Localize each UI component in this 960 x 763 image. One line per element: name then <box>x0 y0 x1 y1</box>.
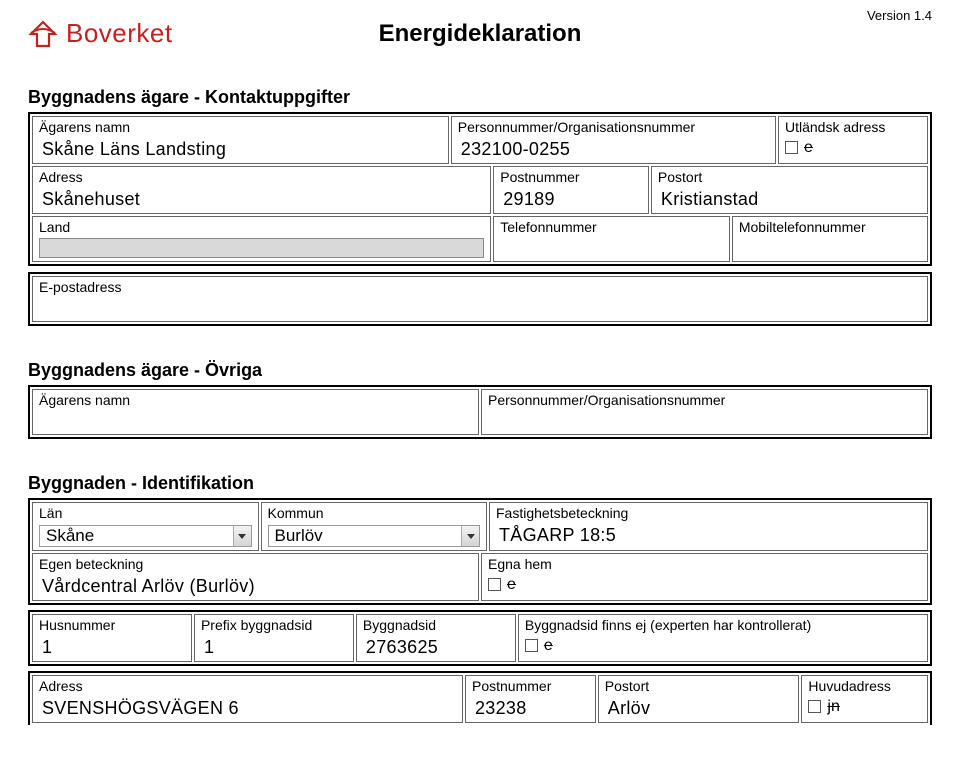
owner-name-cell: Ägarens namn Skåne Läns Landsting <box>32 116 449 164</box>
postort-cell: Postort Kristianstad <box>651 166 928 214</box>
lan-cell: Län Skåne <box>32 502 259 551</box>
value-egen: Vårdcentral Arlöv (Burlöv) <box>39 576 472 597</box>
husnr-cell: Husnummer 1 <box>32 614 192 662</box>
label-orgnr: Personnummer/Organisationsnummer <box>458 119 769 136</box>
label-kommun: Kommun <box>268 505 481 522</box>
value-husnr: 1 <box>39 637 185 658</box>
value-address: Skånehuset <box>39 189 484 210</box>
value-postnr: 29189 <box>500 189 642 210</box>
label-owner-name: Ägarens namn <box>39 119 442 136</box>
value-ident-postnr: 23238 <box>472 698 589 719</box>
byggnadsid-cell: Byggnadsid 2763625 <box>356 614 516 662</box>
label-ident-address: Adress <box>39 678 456 695</box>
ident-postnr-cell: Postnummer 23238 <box>465 675 596 723</box>
egen-cell: Egen beteckning Vårdcentral Arlöv (Burlö… <box>32 553 479 601</box>
value-prefix: 1 <box>201 637 347 658</box>
logo-icon <box>28 19 58 49</box>
section-ident-heading: Byggnaden - Identifikation <box>28 473 932 494</box>
email-cell: E-postadress <box>32 276 928 322</box>
section-owner-contact-heading: Byggnadens ägare - Kontaktuppgifter <box>28 87 932 108</box>
orgnr-cell: Personnummer/Organisationsnummer 232100-… <box>451 116 776 164</box>
label-postort: Postort <box>658 169 921 186</box>
value-ident-postort: Arlöv <box>605 698 793 719</box>
logo-text: Boverket <box>66 18 173 49</box>
kommun-cell: Kommun Burlöv <box>261 502 488 551</box>
chevron-down-icon <box>461 526 479 546</box>
label-postnr: Postnummer <box>500 169 642 186</box>
label-lan: Län <box>39 505 252 522</box>
label-prefix: Prefix byggnadsid <box>201 617 347 634</box>
country-input[interactable] <box>39 238 484 258</box>
postnr-cell: Postnummer 29189 <box>493 166 649 214</box>
label-country: Land <box>39 219 484 236</box>
label-other-name: Ägarens namn <box>39 392 472 409</box>
label-fastighet: Fastighetsbeteckning <box>496 505 921 522</box>
foreign-checkbox[interactable] <box>785 141 798 154</box>
egnahem-cell: Egna hem e <box>481 553 928 601</box>
value-fastighet: TÅGARP 18:5 <box>496 525 921 546</box>
label-egnahem: Egna hem <box>488 556 921 573</box>
huvud-mark: jn <box>827 698 839 716</box>
email-block: E-postadress <box>28 272 932 326</box>
label-byggnadsid: Byggnadsid <box>363 617 509 634</box>
missing-cell: Byggnadsid finns ej (experten har kontro… <box>518 614 928 662</box>
lan-value: Skåne <box>46 526 94 546</box>
logo: Boverket <box>28 18 173 49</box>
label-mobile: Mobiltelefonnummer <box>739 219 921 236</box>
ident-postort-cell: Postort Arlöv <box>598 675 800 723</box>
ident-block2: Husnummer 1 Prefix byggnadsid 1 Byggnads… <box>28 610 932 666</box>
foreign-cell: Utländsk adress e <box>778 116 928 164</box>
label-missing: Byggnadsid finns ej (experten har kontro… <box>525 617 921 634</box>
label-address: Adress <box>39 169 484 186</box>
huvud-checkbox[interactable] <box>808 700 821 713</box>
address-cell: Adress Skånehuset <box>32 166 491 214</box>
header: Boverket Energideklaration Version 1.4 <box>28 18 932 49</box>
kommun-dropdown[interactable]: Burlöv <box>268 525 481 547</box>
label-phone: Telefonnummer <box>500 219 723 236</box>
label-egen: Egen beteckning <box>39 556 472 573</box>
value-orgnr: 232100-0255 <box>458 139 769 160</box>
label-husnr: Husnummer <box>39 617 185 634</box>
ident-address-cell: Adress SVENSHÖGSVÄGEN 6 <box>32 675 463 723</box>
section-owner-other-heading: Byggnadens ägare - Övriga <box>28 360 932 381</box>
version-label: Version 1.4 <box>867 8 932 23</box>
owner-contact-block: Ägarens namn Skåne Läns Landsting Person… <box>28 112 932 266</box>
fastighet-cell: Fastighetsbeteckning TÅGARP 18:5 <box>489 502 928 551</box>
missing-checkbox[interactable] <box>525 639 538 652</box>
other-orgnr-cell: Personnummer/Organisationsnummer <box>481 389 928 435</box>
label-ident-postort: Postort <box>605 678 793 695</box>
huvud-cell: Huvudadress jn <box>801 675 928 723</box>
kommun-value: Burlöv <box>275 526 323 546</box>
label-other-orgnr: Personnummer/Organisationsnummer <box>488 392 921 409</box>
owner-other-block: Ägarens namn Personnummer/Organisationsn… <box>28 385 932 439</box>
egnahem-checkbox[interactable] <box>488 578 501 591</box>
value-byggnadsid: 2763625 <box>363 637 509 658</box>
lan-dropdown[interactable]: Skåne <box>39 525 252 547</box>
foreign-mark: e <box>804 139 813 157</box>
mobile-cell: Mobiltelefonnummer <box>732 216 928 263</box>
label-ident-postnr: Postnummer <box>472 678 589 695</box>
prefix-cell: Prefix byggnadsid 1 <box>194 614 354 662</box>
ident-block1: Län Skåne Kommun Burlöv Fastighetsbeteck… <box>28 498 932 605</box>
missing-mark: e <box>544 637 553 655</box>
ident-block3: Adress SVENSHÖGSVÄGEN 6 Postnummer 23238… <box>28 671 932 725</box>
value-ident-address: SVENSHÖGSVÄGEN 6 <box>39 698 456 719</box>
country-cell: Land <box>32 216 491 263</box>
label-email: E-postadress <box>39 279 921 296</box>
page-title: Energideklaration <box>379 20 582 48</box>
label-foreign: Utländsk adress <box>785 119 921 136</box>
value-postort: Kristianstad <box>658 189 921 210</box>
value-owner-name: Skåne Läns Landsting <box>39 139 442 160</box>
egnahem-mark: e <box>507 576 516 594</box>
label-huvud: Huvudadress <box>808 678 921 695</box>
phone-cell: Telefonnummer <box>493 216 730 263</box>
other-name-cell: Ägarens namn <box>32 389 479 435</box>
chevron-down-icon <box>233 526 251 546</box>
